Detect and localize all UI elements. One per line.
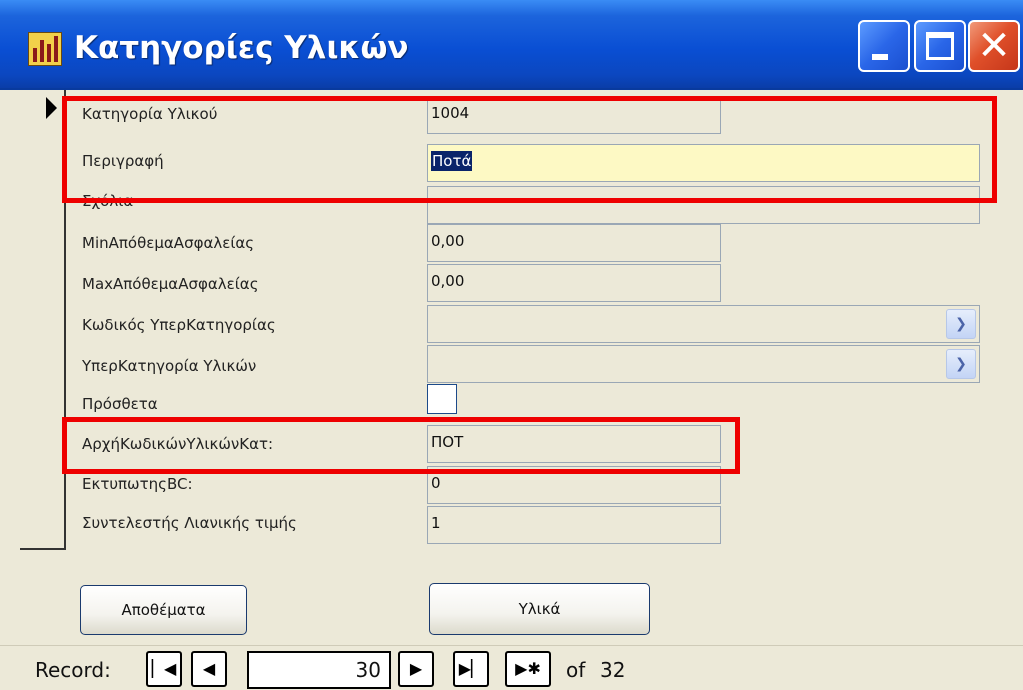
record-navigation-bar: Record: ▏◀ ◀ 30 ▶ ▶▏ ▶✱ of 32	[0, 645, 1023, 690]
minimize-button[interactable]	[858, 20, 910, 72]
title-bar[interactable]: Κατηγορίες Υλικών ✕	[0, 0, 1023, 90]
extras-label: Πρόσθετα	[82, 395, 158, 413]
max-safety-stock-field[interactable]: 0,00	[427, 264, 721, 302]
minimize-icon	[872, 54, 888, 60]
barcode-printer-label: ΕκτυπωτηςBC:	[82, 475, 193, 493]
first-record-button[interactable]: ▏◀	[146, 651, 182, 687]
retail-price-factor-label: Συντελεστής Λιανικής τιμής	[82, 514, 297, 532]
previous-record-button[interactable]: ◀	[191, 651, 227, 687]
parent-category-code-combo[interactable]: ❯	[427, 305, 980, 343]
stock-button[interactable]: Αποθέματα	[80, 585, 247, 635]
window-title: Κατηγορίες Υλικών	[74, 30, 409, 66]
new-record-button[interactable]: ▶✱	[505, 651, 551, 687]
parent-category-combo[interactable]: ❯	[427, 345, 980, 383]
min-safety-stock-label: MinΑπόθεμαΑσφαλείας	[82, 234, 255, 252]
close-button[interactable]: ✕	[968, 20, 1020, 72]
max-safety-stock-label: MaxΑπόθεμαΑσφαλείας	[82, 275, 259, 293]
highlight-box	[62, 417, 740, 474]
of-label: of	[566, 658, 586, 682]
chevron-down-icon[interactable]: ❯	[946, 349, 976, 379]
close-icon: ✕	[977, 23, 1011, 69]
next-record-button[interactable]: ▶	[398, 651, 434, 687]
form-window: Κατηγορίες Υλικών ✕ Κατηγορία Υλικού 100…	[0, 0, 1023, 690]
total-records: 32	[600, 658, 626, 682]
record-selector[interactable]	[20, 90, 66, 550]
current-record-arrow-icon	[46, 97, 57, 119]
record-label: Record:	[35, 658, 111, 682]
highlight-box	[62, 96, 997, 203]
min-safety-stock-field[interactable]: 0,00	[427, 224, 721, 262]
parent-category-label: ΥπερΚατηγορία Υλικών	[82, 357, 257, 375]
maximize-icon	[926, 32, 954, 60]
retail-price-factor-field[interactable]: 1	[427, 506, 721, 544]
maximize-button[interactable]	[914, 20, 966, 72]
extras-checkbox[interactable]	[427, 384, 457, 414]
parent-category-code-label: Κωδικός ΥπερΚατηγορίας	[82, 316, 276, 334]
chart-app-icon	[28, 32, 62, 66]
last-record-button[interactable]: ▶▏	[453, 651, 489, 687]
chevron-down-icon[interactable]: ❯	[946, 309, 976, 339]
current-record-input[interactable]: 30	[247, 651, 391, 689]
materials-button[interactable]: Υλικά	[429, 583, 650, 635]
